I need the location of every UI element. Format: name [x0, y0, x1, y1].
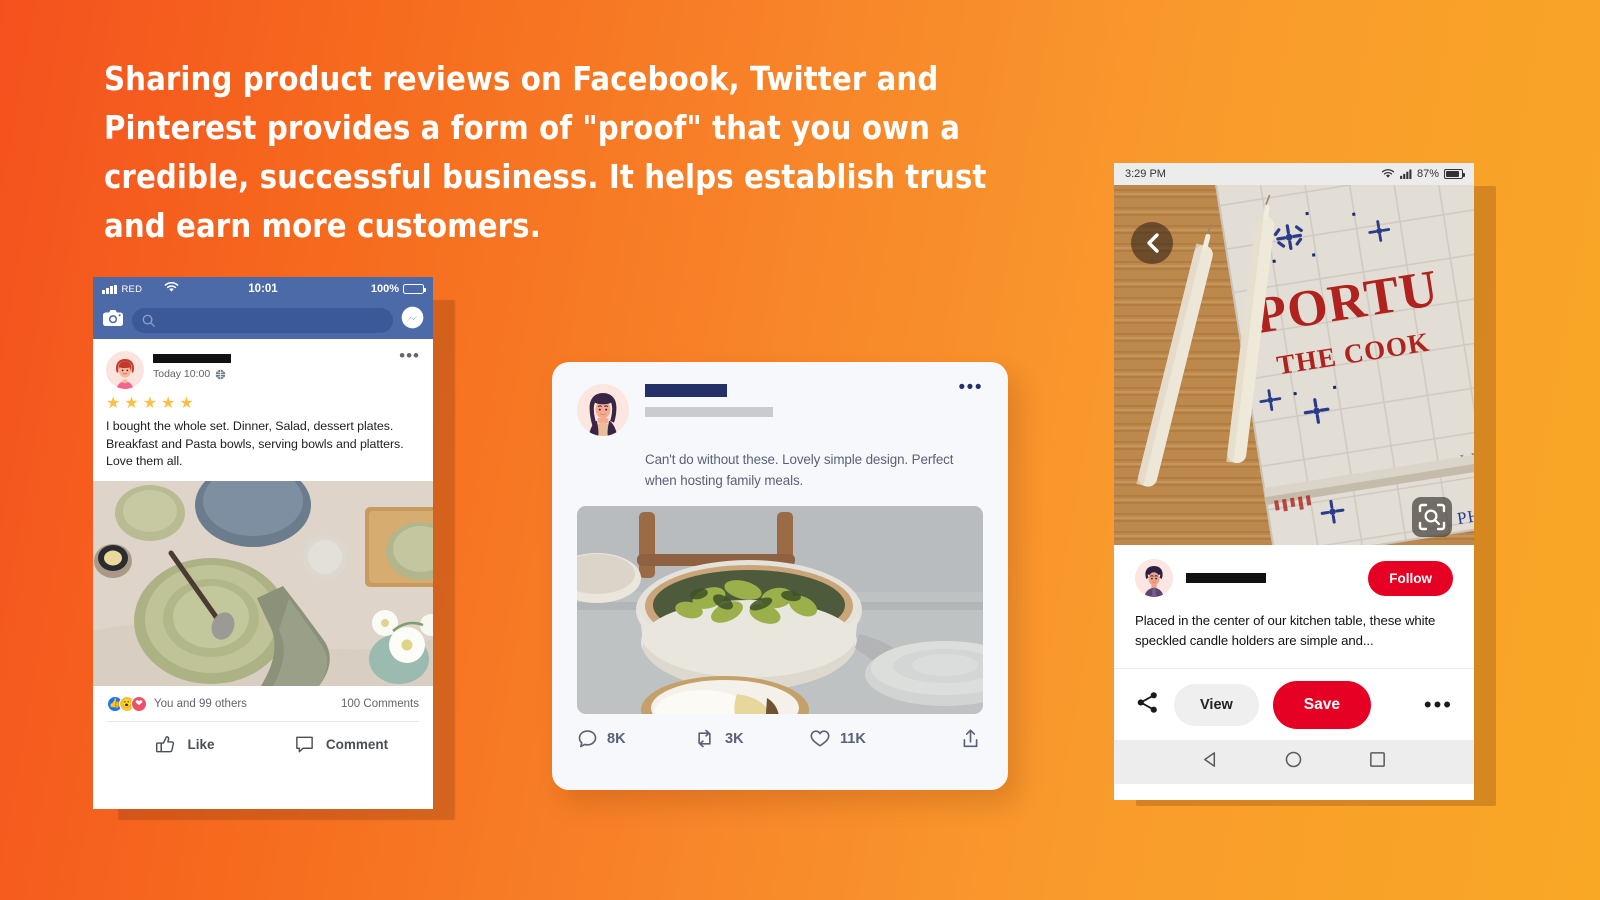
facebook-comment-count[interactable]: 100 Comments	[341, 698, 419, 710]
android-navigation-bar	[1114, 740, 1474, 784]
facebook-reaction-count[interactable]: You and 99 others	[154, 698, 247, 710]
comment-button[interactable]: Comment	[263, 734, 419, 755]
reply-button[interactable]: 8K	[577, 728, 693, 749]
globe-icon	[215, 369, 226, 379]
twitter-post-card: ••• Can't do without these. Lovely simpl…	[552, 362, 1008, 790]
twitter-post-image[interactable]	[577, 506, 983, 714]
pinterest-author-name-redacted	[1186, 573, 1266, 583]
battery-icon	[1444, 169, 1465, 179]
facebook-post-image[interactable]	[93, 480, 433, 686]
like-button[interactable]: 11K	[809, 728, 925, 749]
follow-button[interactable]: Follow	[1368, 560, 1453, 596]
pinterest-status-bar: 3:29 PM 87%	[1114, 163, 1474, 185]
messenger-icon[interactable]	[401, 306, 424, 334]
more-horizontal-icon[interactable]: •••	[399, 347, 420, 364]
facebook-author-name-redacted	[153, 354, 231, 363]
more-horizontal-icon[interactable]: •••	[959, 378, 983, 397]
avatar[interactable]	[1135, 559, 1173, 597]
thumbs-up-icon	[156, 736, 175, 753]
facebook-engagement-row: 👍 😮 ❤ You and 99 others 100 Comments	[93, 686, 433, 721]
twitter-post-header: •••	[577, 378, 983, 436]
page-headline: Sharing product reviews on Facebook, Twi…	[104, 60, 987, 245]
twitter-action-bar: 8K 3K 11K	[577, 728, 983, 749]
facebook-post-header: Today 10:00 •••	[106, 347, 420, 389]
home-circle-icon[interactable]	[1284, 750, 1303, 774]
like-count: 11K	[840, 730, 866, 747]
pinterest-status-icons: 87%	[1381, 168, 1465, 180]
search-icon	[142, 314, 155, 327]
reaction-love-icon: ❤	[131, 695, 147, 712]
star-icon: ★	[106, 395, 121, 412]
share-node-icon[interactable]	[1135, 690, 1160, 720]
comment-button-label: Comment	[325, 737, 389, 752]
pinterest-action-bar: View Save •••	[1114, 668, 1474, 740]
twitter-author-name-redacted	[645, 384, 727, 397]
twitter-handle-redacted	[645, 407, 773, 417]
pinterest-pin-description: Placed in the center of our kitchen tabl…	[1135, 613, 1436, 648]
share-icon	[963, 729, 978, 748]
facebook-star-rating: ★ ★ ★ ★ ★	[106, 396, 420, 412]
wifi-icon	[1381, 169, 1395, 178]
facebook-post-body: Today 10:00 ••• ★ ★ ★ ★ ★ I bought the w…	[93, 339, 433, 686]
signal-bars-icon	[1400, 169, 1412, 179]
recents-square-icon[interactable]	[1368, 750, 1387, 774]
facebook-post-card: RED 10:01 100% Today 10:00 ••• ★ ★ ★ ★ ★…	[93, 277, 433, 809]
star-icon: ★	[161, 395, 176, 412]
comment-bubble-icon	[296, 736, 313, 753]
reply-count: 8K	[607, 730, 626, 747]
heart-icon	[810, 730, 830, 747]
avatar[interactable]	[577, 384, 629, 436]
battery-percent-label: 87%	[1416, 168, 1439, 180]
star-icon: ★	[179, 395, 194, 412]
avatar[interactable]	[106, 351, 144, 389]
share-button[interactable]	[960, 728, 981, 749]
reply-icon	[578, 730, 597, 748]
search-input[interactable]	[132, 307, 393, 333]
save-button[interactable]: Save	[1272, 680, 1371, 729]
pinterest-user-row: Follow	[1135, 559, 1453, 597]
twitter-post-text: Can't do without these. Lovely simple de…	[645, 452, 954, 488]
pinterest-pin-card: 3:29 PM 87% PORTU THE COOK PHAID Follow …	[1114, 163, 1474, 800]
pinterest-pin-image[interactable]: PORTU THE COOK LEAN PHAID	[1114, 185, 1474, 545]
pinterest-pin-info: Follow Placed in the center of our kitch…	[1114, 545, 1474, 650]
facebook-reactions: 👍 😮 ❤	[107, 695, 147, 712]
view-button[interactable]: View	[1174, 683, 1259, 726]
retweet-icon	[698, 729, 711, 748]
star-icon: ★	[142, 395, 158, 412]
facebook-post-meta: Today 10:00	[153, 368, 390, 380]
facebook-timestamp: Today 10:00	[153, 368, 211, 380]
pinterest-clock: 3:29 PM	[1125, 168, 1166, 180]
facebook-action-bar: Like Comment	[107, 720, 419, 768]
retweet-count: 3K	[725, 730, 744, 747]
like-button-label: Like	[187, 737, 215, 752]
more-horizontal-icon[interactable]: •••	[1424, 693, 1453, 715]
camera-icon[interactable]	[102, 309, 124, 332]
facebook-nav-bar	[93, 301, 433, 339]
like-button[interactable]: Like	[107, 734, 263, 755]
back-triangle-icon[interactable]	[1201, 750, 1220, 774]
facebook-status-bar: RED 10:01 100%	[93, 277, 433, 301]
battery-icon	[403, 284, 426, 294]
star-icon: ★	[124, 395, 139, 412]
retweet-button[interactable]: 3K	[693, 728, 809, 749]
facebook-post-text: I bought the whole set. Dinner, Salad, d…	[106, 419, 404, 468]
facebook-clock: 10:01	[248, 283, 278, 295]
